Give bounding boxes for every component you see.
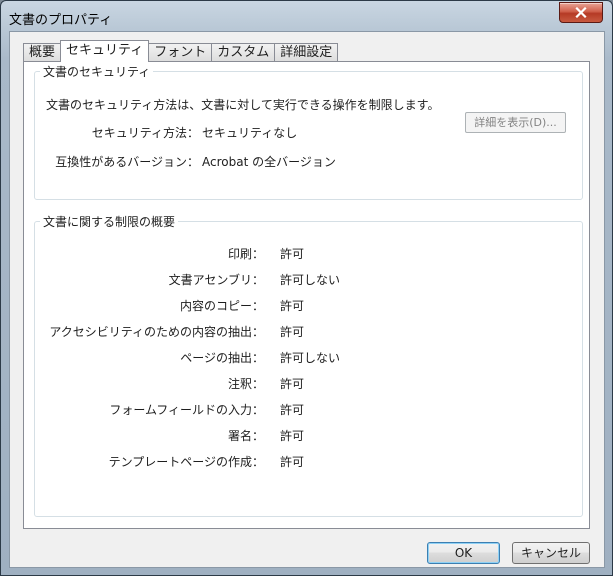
tab-fonts[interactable]: フォント bbox=[148, 43, 213, 62]
close-button[interactable] bbox=[559, 2, 603, 23]
restriction-value-form-fill: 許可 bbox=[280, 403, 305, 417]
restriction-value-assembly: 許可しない bbox=[280, 273, 341, 287]
show-details-button[interactable]: 詳細を表示(D)... bbox=[465, 112, 566, 133]
document-security-group: 文書のセキュリティ 文書のセキュリティ方法は、文書に対して実行できる操作を制限し… bbox=[34, 63, 583, 200]
security-description: 文書のセキュリティ方法は、文書に対して実行できる操作を制限します。 bbox=[46, 98, 440, 112]
title-bar[interactable]: 文書のプロパティ bbox=[1, 1, 612, 31]
restrictions-group: 文書に関する制限の概要 印刷： 許可 文書アセンブリ： 許可しない 内容のコピー… bbox=[34, 213, 583, 517]
tab-custom[interactable]: カスタム bbox=[211, 43, 276, 62]
security-method-value: セキュリティなし bbox=[202, 126, 298, 140]
restriction-label-template: テンプレートページの作成： bbox=[108, 455, 264, 469]
security-method-label: セキュリティ方法： bbox=[91, 126, 199, 140]
window-title: 文書のプロパティ bbox=[9, 13, 113, 28]
restriction-label-copy: 内容のコピー： bbox=[179, 299, 264, 313]
security-panel: 文書のセキュリティ 文書のセキュリティ方法は、文書に対して実行できる操作を制限し… bbox=[23, 61, 590, 529]
restriction-label-form-fill: フォームフィールドの入力： bbox=[109, 403, 264, 417]
document-security-legend: 文書のセキュリティ bbox=[43, 65, 151, 79]
compat-version-value: Acrobat の全バージョン bbox=[202, 155, 336, 169]
restriction-label-assembly: 文書アセンブリ： bbox=[168, 273, 264, 287]
restriction-value-copy: 許可 bbox=[280, 299, 305, 313]
tab-bar: 概要 セキュリティ フォント カスタム 詳細設定 bbox=[23, 40, 339, 62]
restriction-value-accessibility: 許可 bbox=[280, 325, 305, 339]
restriction-value-page-extract: 許可しない bbox=[280, 351, 341, 365]
properties-dialog: 文書のプロパティ 概要 セキュリティ フォント カスタム 詳細設定 文書のセキュ… bbox=[0, 0, 613, 576]
restriction-label-print: 印刷： bbox=[227, 247, 264, 261]
ok-button[interactable]: OK bbox=[427, 542, 500, 564]
restriction-value-signing: 許可 bbox=[280, 429, 305, 443]
restriction-value-print: 許可 bbox=[280, 247, 305, 261]
tab-summary[interactable]: 概要 bbox=[23, 43, 62, 62]
cancel-button[interactable]: キャンセル bbox=[512, 542, 590, 564]
dialog-body: 概要 セキュリティ フォント カスタム 詳細設定 文書のセキュリティ 文書のセキ… bbox=[9, 31, 605, 568]
restriction-label-annotations: 注釈： bbox=[227, 377, 264, 391]
restriction-label-accessibility: アクセシビリティのための内容の抽出： bbox=[49, 325, 264, 339]
compat-version-label: 互換性があるバージョン： bbox=[55, 155, 199, 169]
tab-advanced[interactable]: 詳細設定 bbox=[274, 43, 339, 62]
close-icon bbox=[575, 7, 587, 18]
restriction-value-template: 許可 bbox=[280, 455, 305, 469]
restriction-label-signing: 署名： bbox=[227, 429, 264, 443]
tab-security[interactable]: セキュリティ bbox=[60, 40, 150, 62]
restrictions-legend: 文書に関する制限の概要 bbox=[43, 215, 176, 229]
restriction-label-page-extract: ページの抽出： bbox=[180, 351, 264, 365]
restriction-value-annotations: 許可 bbox=[280, 377, 305, 391]
